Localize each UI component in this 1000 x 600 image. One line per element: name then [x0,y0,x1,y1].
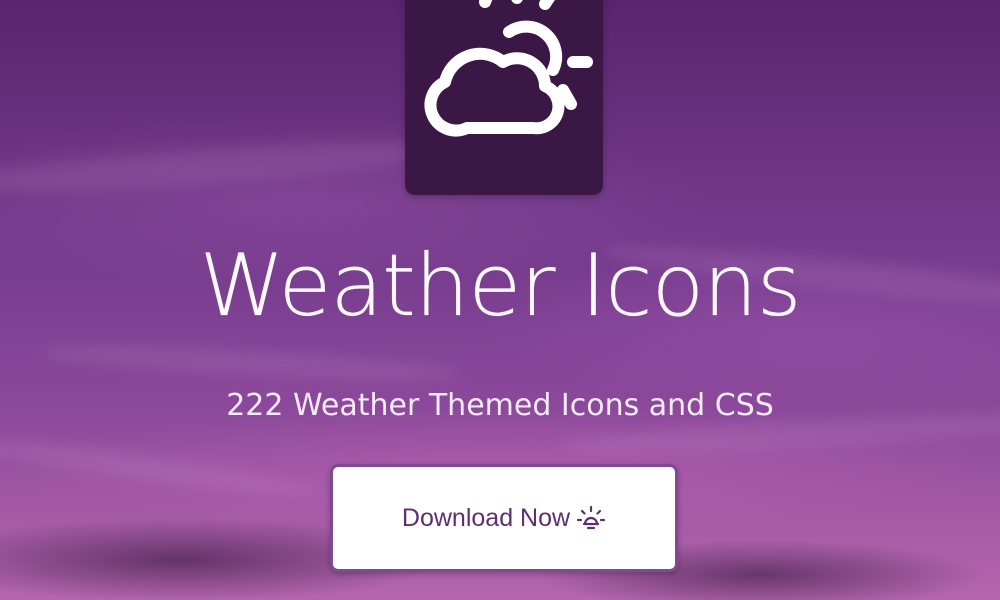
download-now-button[interactable]: Download Now [330,464,678,572]
sunrise-icon [576,505,606,530]
logo-tile [405,0,603,195]
day-cloudy-icon [424,0,593,137]
hero-background: Weather Icons 222 Weather Themed Icons a… [0,0,1000,600]
download-button-label: Download Now [401,503,571,532]
page-title: Weather Icons [199,236,801,336]
page-subtitle: 222 Weather Themed Icons and CSS [226,388,774,423]
